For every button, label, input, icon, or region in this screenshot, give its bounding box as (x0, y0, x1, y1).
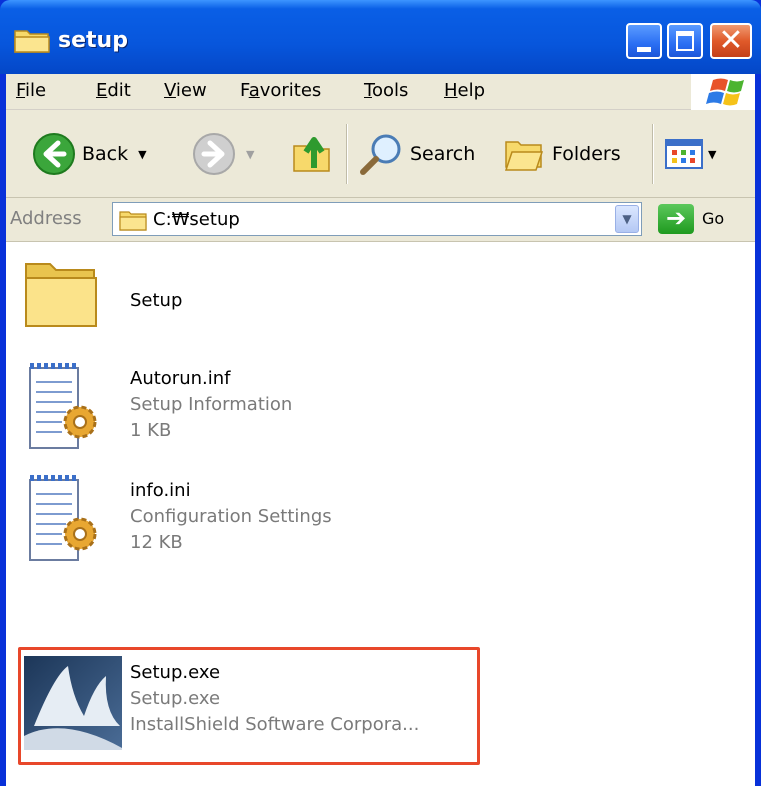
search-label: Search (410, 143, 476, 165)
file-size: 12 KB (130, 532, 183, 553)
views-icon (665, 139, 703, 169)
menu-favorites[interactable]: Favorites (240, 80, 321, 101)
menu-bar: File Edit View Favorites Tools Help (6, 74, 755, 110)
file-type: Setup Information (130, 394, 293, 415)
explorer-window: setup ✕ File Edit View Favorites Tools H… (0, 0, 761, 786)
maximize-icon (676, 31, 694, 51)
close-button[interactable]: ✕ (710, 23, 752, 59)
setup-information-icon (29, 363, 97, 449)
standard-toolbar: Back ▼ ▼ Search Folders ▼ (6, 110, 755, 198)
address-label: Address (10, 208, 82, 229)
menu-edit-label: dit (107, 80, 131, 101)
windows-flag-icon (706, 78, 744, 106)
menu-file-accel: F (16, 80, 26, 101)
forward-dropdown-icon[interactable]: ▼ (246, 148, 254, 161)
folders-button[interactable]: Folders (502, 132, 621, 176)
folder-icon (119, 211, 147, 231)
folder-icon (14, 30, 50, 53)
menu-help-label: elp (457, 80, 486, 101)
search-icon (360, 134, 401, 175)
search-button[interactable]: Search (358, 132, 475, 176)
forward-arrow-icon (193, 133, 235, 175)
file-name: Setup (130, 290, 183, 311)
selection-highlight-box (18, 647, 480, 765)
client-area: File Edit View Favorites Tools Help Back… (6, 74, 755, 786)
file-name: info.ini (130, 480, 191, 501)
toolbar-separator (346, 124, 347, 184)
folders-icon (504, 141, 544, 171)
forward-button[interactable]: ▼ (192, 132, 254, 176)
title-bar[interactable]: setup ✕ (0, 0, 761, 74)
menu-help-accel: H (444, 80, 458, 101)
menu-tools[interactable]: Tools (364, 80, 408, 101)
folder-icon (25, 263, 97, 327)
menu-view[interactable]: View (164, 80, 207, 101)
menu-edit-accel: E (96, 80, 108, 101)
file-type: Configuration Settings (130, 506, 332, 527)
up-folder-button[interactable] (290, 132, 334, 176)
window-title: setup (58, 28, 128, 53)
back-dropdown-icon[interactable]: ▼ (138, 148, 146, 161)
folders-label: Folders (552, 143, 621, 165)
file-list: Setup Autorun.inf Setup Information 1 KB (6, 242, 755, 786)
views-dropdown-icon[interactable]: ▼ (708, 148, 716, 161)
address-bar: Address C:₩setup ▼ ➔ Go (6, 198, 755, 242)
windows-logo (691, 74, 755, 110)
menu-file[interactable]: File (16, 80, 46, 101)
menu-favorites-accel: a (248, 80, 260, 101)
back-arrow-icon (33, 133, 75, 175)
address-field[interactable]: C:₩setup ▼ (112, 202, 642, 236)
list-item[interactable]: info.ini Configuration Settings 12 KB (20, 472, 480, 572)
menu-tools-label: ools (371, 80, 409, 101)
menu-view-label: iew (175, 80, 207, 101)
minimize-icon (637, 47, 651, 52)
minimize-button[interactable] (626, 23, 662, 59)
menu-file-label: ile (25, 80, 47, 101)
file-name: Autorun.inf (130, 368, 231, 389)
menu-tools-accel: T (364, 80, 372, 101)
menu-edit[interactable]: Edit (96, 80, 131, 101)
file-size: 1 KB (130, 420, 172, 441)
list-item[interactable]: Setup (20, 252, 480, 342)
up-folder-icon (293, 137, 330, 172)
back-label: Back (82, 143, 129, 165)
menu-favorites-pre: F (240, 80, 249, 101)
back-button[interactable]: Back ▼ (32, 132, 147, 176)
configuration-settings-icon (29, 475, 97, 561)
menu-favorites-label: vorites (259, 80, 322, 101)
views-button[interactable]: ▼ (664, 132, 716, 176)
close-icon: ✕ (718, 23, 744, 58)
go-button[interactable]: Go (702, 209, 724, 228)
address-dropdown-button[interactable]: ▼ (615, 205, 639, 233)
maximize-button[interactable] (667, 23, 703, 59)
toolbar-separator (652, 124, 653, 184)
address-value: C:₩setup (153, 209, 240, 230)
menu-view-accel: V (164, 80, 176, 101)
go-arrow-icon[interactable]: ➔ (658, 204, 694, 234)
list-item[interactable]: Autorun.inf Setup Information 1 KB (20, 360, 480, 460)
menu-help[interactable]: Help (444, 80, 485, 101)
